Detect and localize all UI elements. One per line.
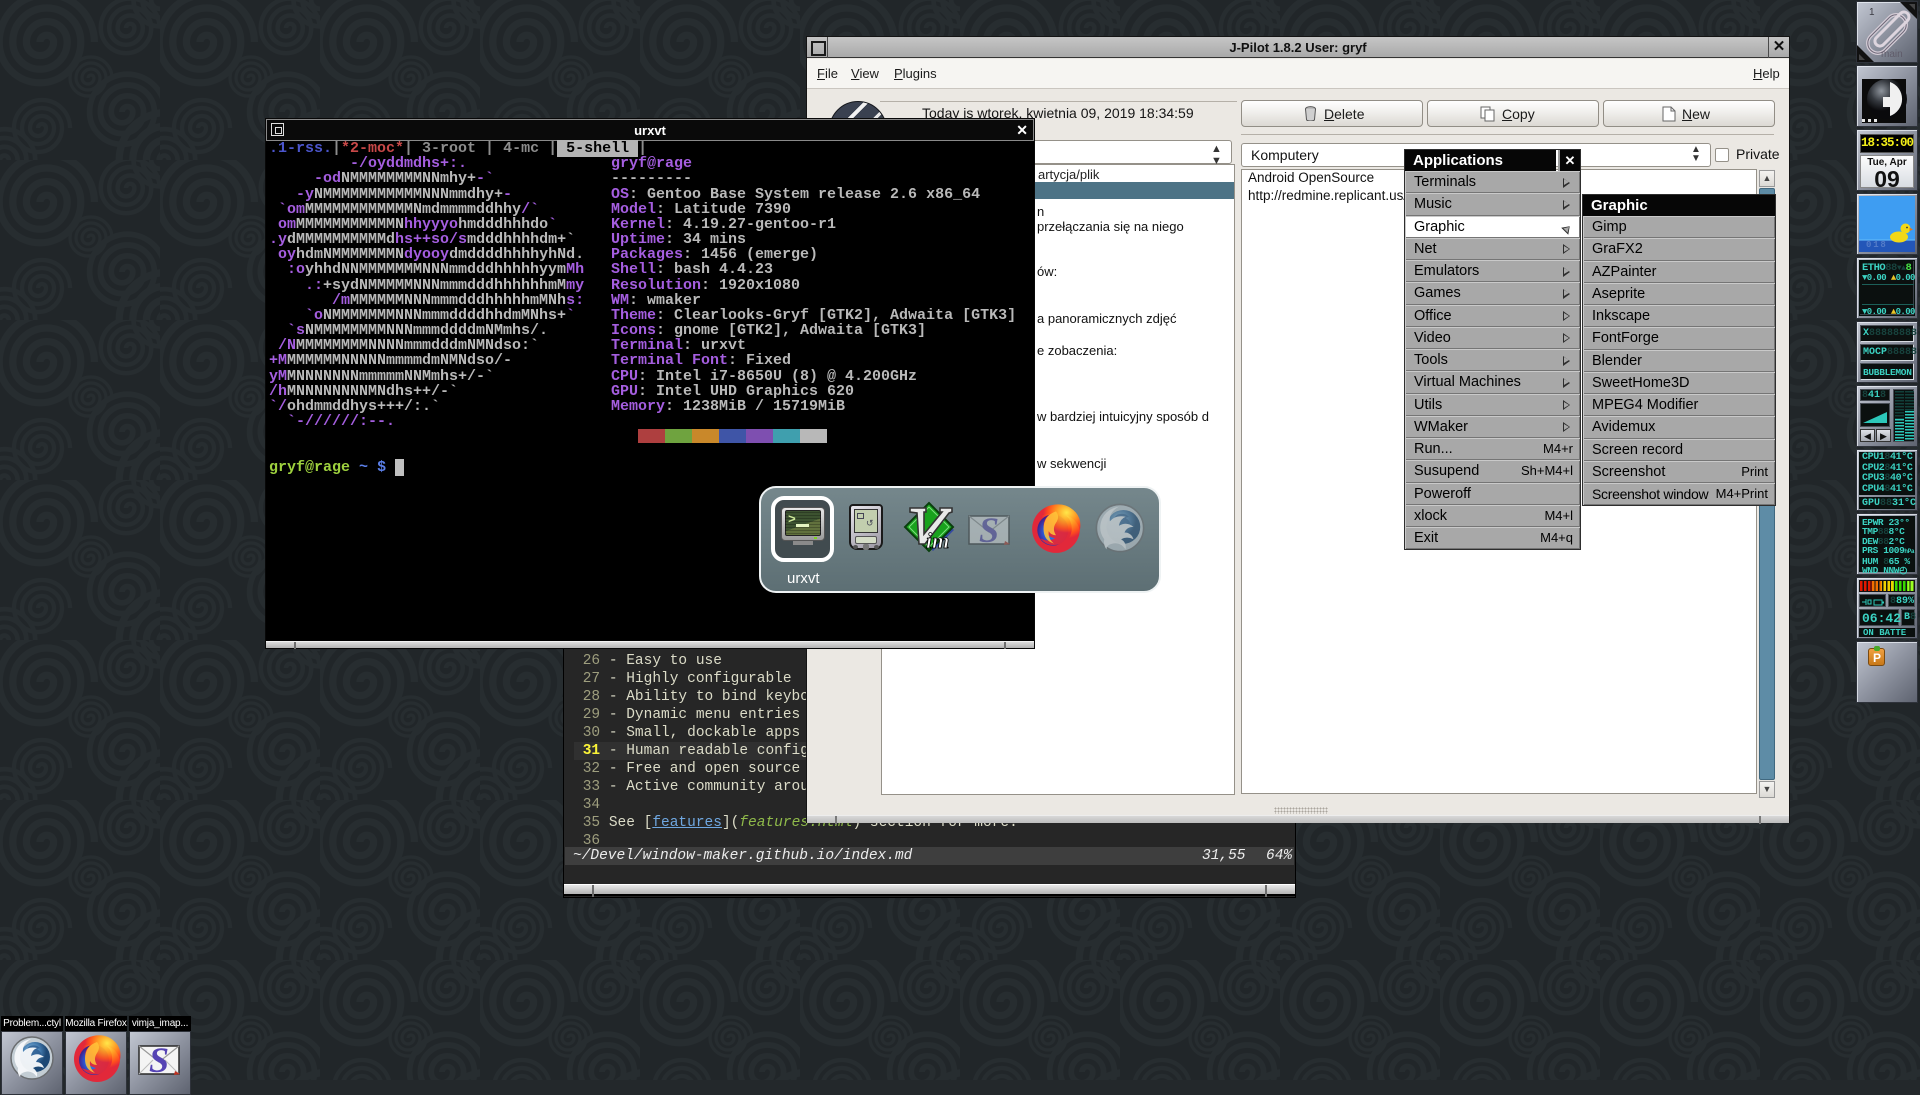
svg-text:im: im: [926, 528, 949, 553]
svg-text:main: main: [1881, 49, 1903, 60]
svg-text:S: S: [149, 1040, 169, 1080]
svg-text:S: S: [979, 510, 999, 550]
svg-text:1: 1: [1869, 7, 1875, 18]
